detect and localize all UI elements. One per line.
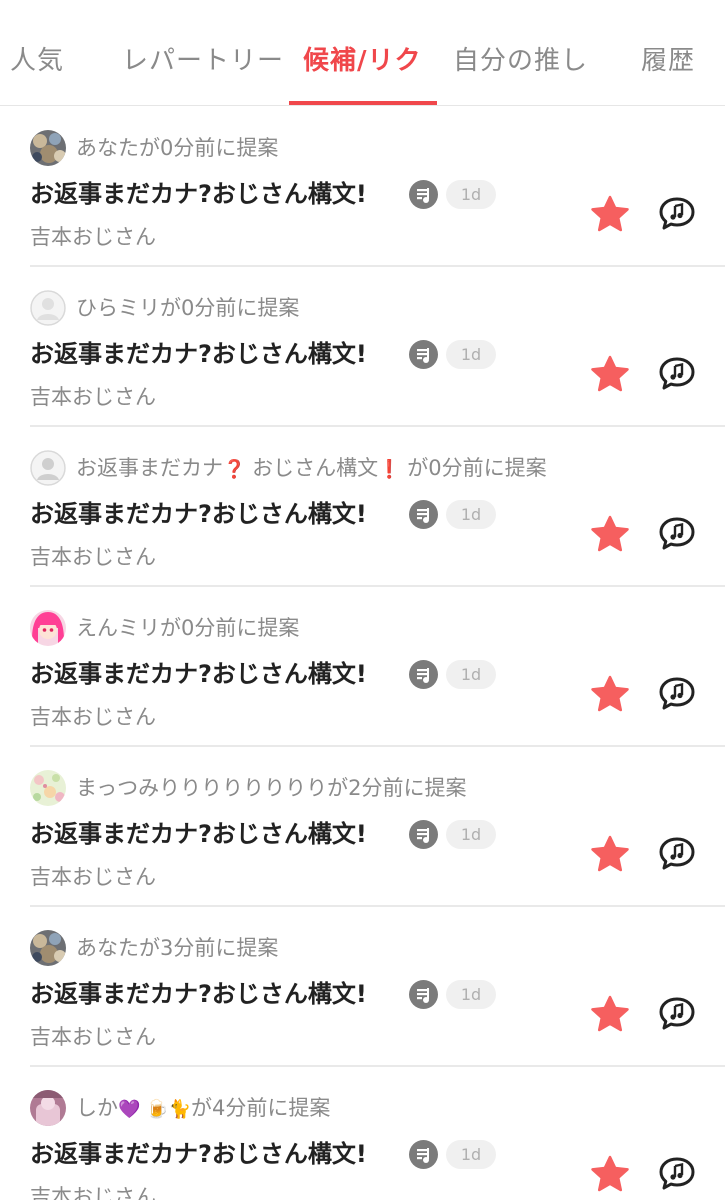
star-icon[interactable] bbox=[590, 835, 630, 873]
music-speech-bubble-icon[interactable] bbox=[658, 356, 696, 392]
user-avatar[interactable] bbox=[30, 770, 66, 806]
tab-history[interactable]: 履歴 bbox=[641, 44, 695, 78]
age-badge: 1d bbox=[446, 660, 496, 689]
star-icon[interactable] bbox=[590, 1155, 630, 1193]
user-avatar[interactable] bbox=[30, 290, 66, 326]
request-row[interactable]: まっつみりりりりりりりりが2分前に提案 お返事まだカナ?おじさん構文! 1d 吉… bbox=[0, 747, 725, 907]
music-speech-bubble-icon[interactable] bbox=[658, 676, 696, 712]
music-note-badge-icon bbox=[409, 660, 438, 689]
request-row[interactable]: しか💜 🍺🐈が4分前に提案 お返事まだカナ?おじさん構文! 1d 吉本おじさん bbox=[0, 1067, 725, 1200]
song-title: お返事まだカナ?おじさん構文! bbox=[30, 1140, 367, 1168]
song-title: お返事まだカナ?おじさん構文! bbox=[30, 340, 367, 368]
suggestion-text: ひらミリが0分前に提案 bbox=[76, 296, 300, 320]
artist-name: 吉本おじさん bbox=[30, 385, 156, 409]
artist-name: 吉本おじさん bbox=[30, 1185, 156, 1200]
request-row[interactable]: えんミリが0分前に提案 お返事まだカナ?おじさん構文! 1d 吉本おじさん bbox=[0, 587, 725, 747]
request-row[interactable]: あなたが3分前に提案 お返事まだカナ?おじさん構文! 1d 吉本おじさん bbox=[0, 907, 725, 1067]
tab-repertoire[interactable]: レパートリー bbox=[122, 44, 284, 78]
tab-bar: 人気 レパートリー 候補/リク 自分の推し 履歴 bbox=[0, 0, 725, 106]
suggestion-text: あなたが0分前に提案 bbox=[76, 136, 279, 160]
music-speech-bubble-icon[interactable] bbox=[658, 996, 696, 1032]
music-note-badge-icon bbox=[409, 180, 438, 209]
suggestion-text: お返事まだカナ❓ おじさん構文❗ が0分前に提案 bbox=[76, 456, 547, 480]
suggestion-text: しか💜 🍺🐈が4分前に提案 bbox=[76, 1096, 331, 1120]
request-row[interactable]: ひらミリが0分前に提案 お返事まだカナ?おじさん構文! 1d 吉本おじさん bbox=[0, 267, 725, 427]
user-avatar[interactable] bbox=[30, 130, 66, 166]
artist-name: 吉本おじさん bbox=[30, 545, 156, 569]
request-list: あなたが0分前に提案 お返事まだカナ?おじさん構文! 1d 吉本おじさん ひらミ… bbox=[0, 107, 725, 1200]
song-title: お返事まだカナ?おじさん構文! bbox=[30, 180, 367, 208]
star-icon[interactable] bbox=[590, 195, 630, 233]
user-avatar[interactable] bbox=[30, 450, 66, 486]
music-note-badge-icon bbox=[409, 340, 438, 369]
music-note-badge-icon bbox=[409, 980, 438, 1009]
music-speech-bubble-icon[interactable] bbox=[658, 516, 696, 552]
music-speech-bubble-icon[interactable] bbox=[658, 1156, 696, 1192]
music-speech-bubble-icon[interactable] bbox=[658, 836, 696, 872]
artist-name: 吉本おじさん bbox=[30, 705, 156, 729]
song-title: お返事まだカナ?おじさん構文! bbox=[30, 980, 367, 1008]
active-tab-indicator bbox=[289, 101, 437, 105]
suggestion-text: まっつみりりりりりりりりが2分前に提案 bbox=[76, 776, 467, 800]
star-icon[interactable] bbox=[590, 675, 630, 713]
star-icon[interactable] bbox=[590, 995, 630, 1033]
music-note-badge-icon bbox=[409, 820, 438, 849]
star-icon[interactable] bbox=[590, 355, 630, 393]
song-title: お返事まだカナ?おじさん構文! bbox=[30, 500, 367, 528]
star-icon[interactable] bbox=[590, 515, 630, 553]
song-title: お返事まだカナ?おじさん構文! bbox=[30, 820, 367, 848]
age-badge: 1d bbox=[446, 180, 496, 209]
age-badge: 1d bbox=[446, 340, 496, 369]
user-avatar[interactable] bbox=[30, 930, 66, 966]
age-badge: 1d bbox=[446, 500, 496, 529]
age-badge: 1d bbox=[446, 820, 496, 849]
age-badge: 1d bbox=[446, 980, 496, 1009]
tab-popular[interactable]: 人気 bbox=[10, 44, 64, 78]
tab-my-favorites[interactable]: 自分の推し bbox=[453, 44, 588, 78]
user-avatar[interactable] bbox=[30, 1090, 66, 1126]
music-speech-bubble-icon[interactable] bbox=[658, 196, 696, 232]
tab-candidates-requests[interactable]: 候補/リク bbox=[303, 44, 422, 78]
song-title: お返事まだカナ?おじさん構文! bbox=[30, 660, 367, 688]
user-avatar[interactable] bbox=[30, 610, 66, 646]
age-badge: 1d bbox=[446, 1140, 496, 1169]
music-note-badge-icon bbox=[409, 1140, 438, 1169]
artist-name: 吉本おじさん bbox=[30, 1025, 156, 1049]
request-row[interactable]: あなたが0分前に提案 お返事まだカナ?おじさん構文! 1d 吉本おじさん bbox=[0, 107, 725, 267]
suggestion-text: あなたが3分前に提案 bbox=[76, 936, 279, 960]
request-row[interactable]: お返事まだカナ❓ おじさん構文❗ が0分前に提案 お返事まだカナ?おじさん構文!… bbox=[0, 427, 725, 587]
music-note-badge-icon bbox=[409, 500, 438, 529]
artist-name: 吉本おじさん bbox=[30, 865, 156, 889]
suggestion-text: えんミリが0分前に提案 bbox=[76, 616, 300, 640]
artist-name: 吉本おじさん bbox=[30, 225, 156, 249]
